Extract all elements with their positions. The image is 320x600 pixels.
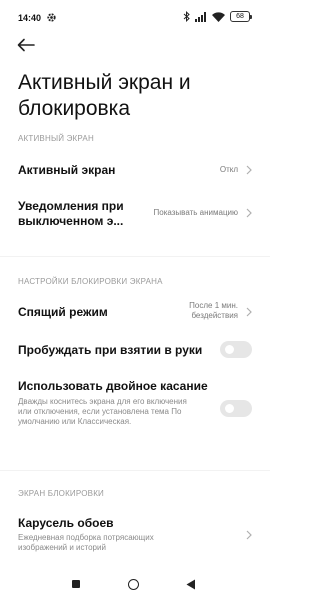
navigation-bar: [0, 568, 270, 600]
setting-value: Откл: [219, 165, 238, 174]
status-icons: 68: [183, 11, 252, 22]
back-arrow-icon[interactable]: [15, 36, 37, 54]
chevron-right-icon: [246, 530, 252, 540]
setting-value: После 1 мин. бездействия: [189, 301, 238, 320]
setting-wallpaper-carousel[interactable]: Карусель обоев Ежедневная подборка потря…: [0, 512, 270, 558]
raise-to-wake-toggle[interactable]: [220, 341, 252, 358]
setting-raise-to-wake: Пробуждать при взятии в руки: [0, 336, 270, 364]
wifi-icon: [212, 11, 225, 22]
setting-title: Использовать двойное касание: [18, 379, 208, 393]
page-title: Активный экран и блокировка: [18, 71, 191, 120]
home-button[interactable]: [128, 579, 139, 590]
setting-double-tap: Использовать двойное касание Дважды косн…: [0, 376, 270, 446]
chevron-right-icon: [246, 208, 252, 218]
setting-value: Показывать анимацию: [153, 208, 238, 217]
signal-icon: [195, 11, 206, 22]
divider: [0, 470, 270, 471]
bluetooth-icon: [183, 11, 190, 22]
divider: [0, 256, 270, 257]
setting-notifications-off-screen[interactable]: Уведомления при выключенном э... Показыв…: [0, 194, 270, 234]
double-tap-toggle[interactable]: [220, 400, 252, 417]
status-bar: 14:40 68: [0, 0, 270, 34]
chevron-right-icon: [246, 307, 252, 317]
setting-sleep-mode[interactable]: Спящий режим После 1 мин. бездействия: [0, 296, 270, 328]
setting-description: Ежедневная подборка потрясающих изображе…: [18, 533, 154, 552]
back-triangle-icon[interactable]: [186, 579, 196, 590]
battery-icon: 68: [230, 11, 252, 22]
setting-title: Уведомления при выключенном э...: [18, 199, 124, 228]
section-header-lock-settings: НАСТРОЙКИ БЛОКИРОВКИ ЭКРАНА: [18, 277, 163, 286]
setting-active-screen[interactable]: Активный экран Откл: [0, 156, 270, 186]
setting-title: Активный экран: [18, 163, 116, 177]
setting-title: Пробуждать при взятии в руки: [18, 343, 203, 357]
battery-level: 68: [236, 13, 244, 20]
status-time: 14:40: [18, 13, 42, 23]
gear-icon: [47, 13, 56, 22]
chevron-right-icon: [246, 165, 252, 175]
section-header-lock-screen: ЭКРАН БЛОКИРОВКИ: [18, 489, 105, 498]
section-header-active-screen: АКТИВНЫЙ ЭКРАН: [18, 134, 94, 143]
setting-title: Карусель обоев: [18, 516, 114, 530]
setting-description: Дважды коснитесь экрана для его включени…: [18, 397, 187, 426]
setting-title: Спящий режим: [18, 305, 108, 319]
recent-apps-button[interactable]: [72, 580, 80, 588]
